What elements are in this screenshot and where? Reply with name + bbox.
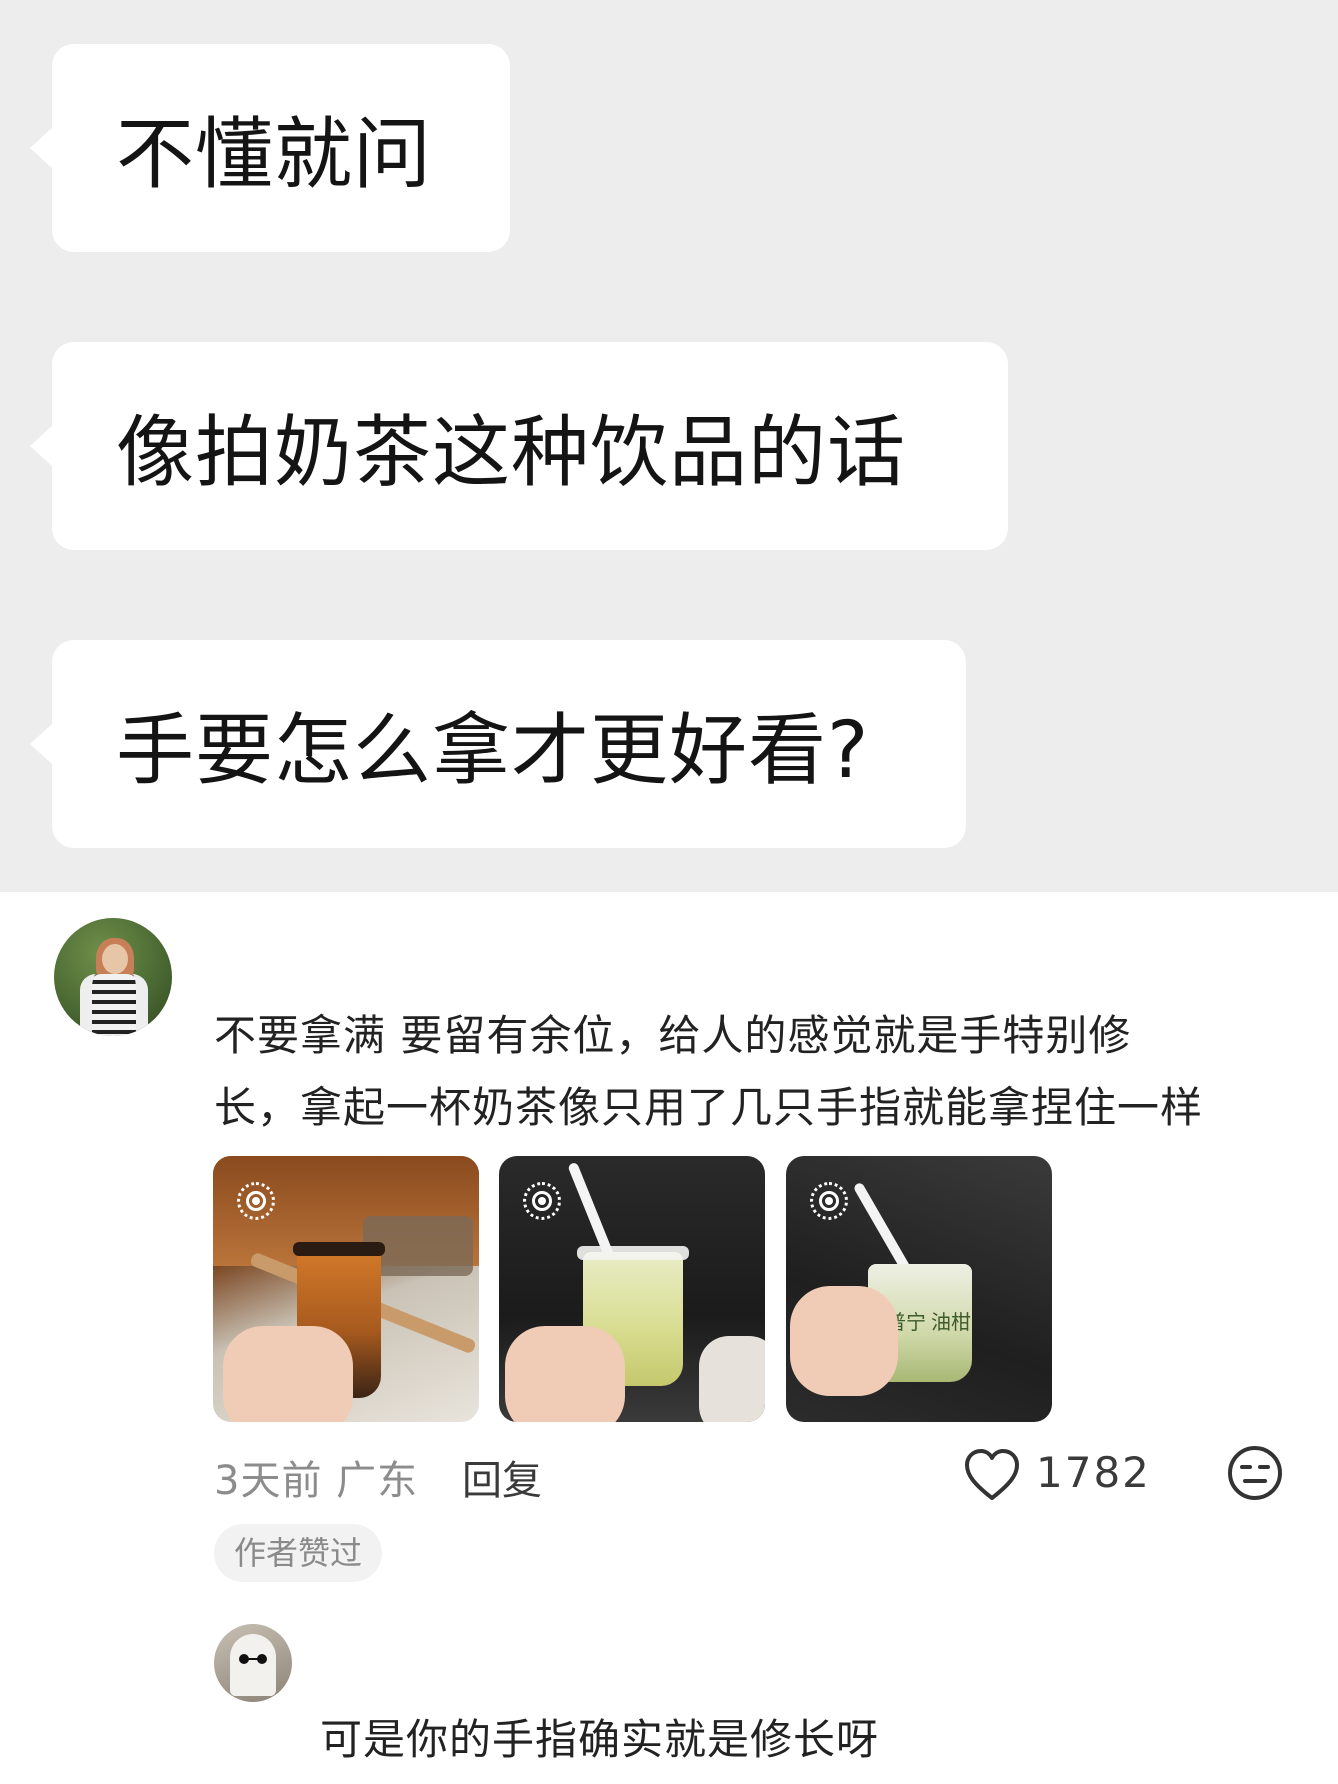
chat-screenshot: 不懂就问 像拍奶茶这种饮品的话 手要怎么拿才更好看? <box>0 0 1338 892</box>
chat-message-text: 不懂就问 <box>116 110 433 200</box>
comment-time-location: 3天前 广东 <box>214 1458 419 1504</box>
heart-icon[interactable] <box>964 1448 1020 1502</box>
live-photo-icon <box>523 1182 561 1220</box>
comment-text: 不要拿满 要留有余位，给人的感觉就是手特别修 长，拿起一杯奶茶像只用了几只手指就… <box>214 1000 1294 1144</box>
avatar[interactable] <box>54 918 172 1036</box>
chat-bubble: 像拍奶茶这种饮品的话 <box>30 342 1008 550</box>
emoji-icon[interactable] <box>1226 1444 1284 1502</box>
reply-button[interactable]: 回复 <box>462 1448 542 1506</box>
like-count: 1782 <box>1036 1448 1151 1497</box>
chat-bubble: 不懂就问 <box>30 44 510 252</box>
cup-label: 普宁 油柑 <box>886 1312 971 1334</box>
comment-image[interactable]: 普宁 油柑 <box>786 1156 1052 1422</box>
comment-image[interactable] <box>499 1156 765 1422</box>
chat-message-text: 手要怎么拿才更好看? <box>116 706 870 796</box>
comment-line: 不要拿满 要留有余位，给人的感觉就是手特别修 <box>214 1011 1132 1060</box>
reply-comment-text: 可是你的手指确实就是修长呀 <box>320 1715 880 1764</box>
comment-line: 长，拿起一杯奶茶像只用了几只手指就能拿捏住一样 <box>214 1083 1204 1132</box>
chat-message-text: 像拍奶茶这种饮品的话 <box>116 408 907 498</box>
chat-bubble: 手要怎么拿才更好看? <box>30 640 966 848</box>
author-liked-badge: 作者赞过 <box>214 1524 383 1582</box>
live-photo-icon <box>237 1182 275 1220</box>
avatar[interactable] <box>214 1624 292 1702</box>
comment-image[interactable] <box>213 1156 479 1422</box>
live-photo-icon <box>810 1182 848 1220</box>
